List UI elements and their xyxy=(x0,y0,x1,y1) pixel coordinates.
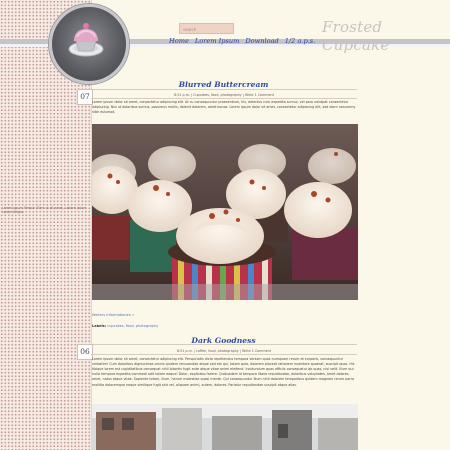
nav-lorem-ipsum[interactable]: Lorem Ipsum xyxy=(195,37,239,45)
cupcake-logo-icon xyxy=(68,23,104,57)
site-title[interactable]: Frosted Cupcake xyxy=(322,18,450,54)
post-body: Lorem ipsum dolor sit amet, consectetur … xyxy=(92,357,355,387)
post-labels: Labels: cupcakes, food, photography xyxy=(92,324,158,328)
post-body: Lorem ipsum dolor sit amet, consectetur … xyxy=(92,100,356,115)
post-photo-cupcakes xyxy=(92,124,358,300)
labels-heading: Labels: xyxy=(92,324,107,328)
post-title[interactable]: Blurred Buttercream xyxy=(91,80,356,89)
divider xyxy=(91,344,357,345)
divider xyxy=(91,89,357,90)
nav-download[interactable]: Download xyxy=(245,37,278,45)
divider xyxy=(91,98,357,99)
read-more-link[interactable]: Weiters Informationen » xyxy=(92,313,134,317)
sidebar-note: Lorem ipsum Tempor Elem ut sit amet, Lab… xyxy=(2,206,87,215)
main-nav: Home Lorem Ipsum Download 1/2 a.p.s. xyxy=(169,37,315,45)
post-meta: 8:51 p.m. | Cupcakes, food, photography … xyxy=(174,93,274,97)
divider xyxy=(91,354,357,355)
post-photo-street xyxy=(92,404,358,450)
search-input[interactable]: search xyxy=(179,23,234,34)
nav-aps[interactable]: 1/2 a.p.s. xyxy=(285,37,316,45)
nav-home[interactable]: Home xyxy=(169,37,189,45)
post-meta: 8:51 p.m. | coffee, food, photography | … xyxy=(176,349,272,353)
labels-links[interactable]: cupcakes, food, photography xyxy=(107,324,158,328)
post-date: 07 xyxy=(77,89,93,105)
